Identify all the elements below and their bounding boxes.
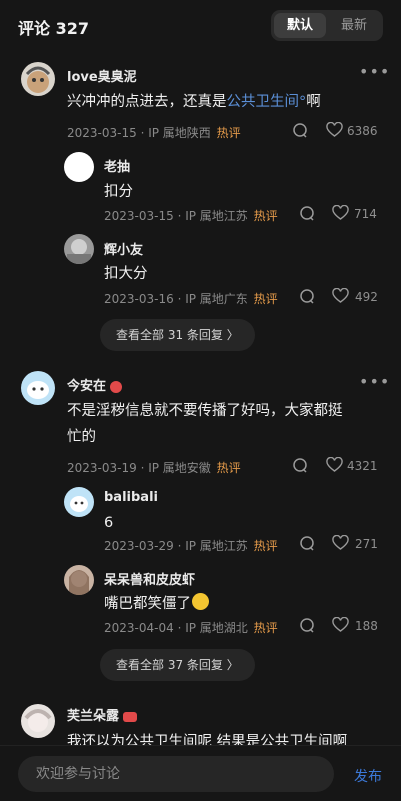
ip-location: IP 属地安徽 — [148, 461, 211, 475]
more-options-icon[interactable]: ••• — [359, 62, 390, 81]
avatar-cartoon-icon — [25, 66, 51, 93]
comment-text: 忙的 — [67, 429, 96, 445]
avatar-anime-icon — [24, 709, 52, 732]
comment-text: 不是淫秽信息就不要传播了好吗，大家都挺 — [67, 403, 343, 419]
like-count: 4321 — [347, 459, 378, 473]
view-all-replies-button[interactable]: 查看全部 31 条回复 〉 — [100, 319, 255, 351]
publish-button[interactable]: 发布 — [354, 766, 382, 786]
comment-input[interactable] — [34, 765, 318, 783]
sort-toggle[interactable]: 默认 最新 — [271, 10, 383, 41]
comment-meta: 2023-03-19 · IP 属地安徽 热评 — [67, 461, 241, 475]
hot-badge: 热评 — [253, 292, 278, 306]
reply-icon[interactable] — [299, 205, 315, 221]
tab-latest[interactable]: 最新 — [328, 13, 380, 38]
username-text: 芙兰朵露 — [67, 709, 120, 724]
avatar[interactable] — [21, 62, 55, 96]
comment-text-part: 兴冲冲的点进去，还真是 — [67, 94, 227, 110]
like-count: 714 — [354, 207, 377, 221]
ip-location: IP 属地江苏 — [185, 209, 248, 223]
reply-icon[interactable] — [292, 122, 308, 138]
reply-icon[interactable] — [299, 617, 315, 633]
comment-date: 2023-03-16 — [104, 292, 174, 306]
comment-input-wrapper[interactable] — [18, 756, 334, 792]
username[interactable]: 呆呆兽和皮皮虾 — [104, 569, 195, 588]
avatar-cartoon-icon — [70, 496, 88, 512]
comment-date: 2023-03-29 — [104, 539, 174, 553]
search-link[interactable]: 公共卫生间° — [227, 94, 307, 110]
avatar[interactable] — [21, 704, 55, 738]
like-heart-icon[interactable] — [332, 205, 349, 221]
ip-location: IP 属地湖北 — [185, 621, 248, 635]
like-count: 271 — [355, 537, 378, 551]
comment-composer: 发布 — [0, 745, 401, 801]
username[interactable]: balibali — [104, 490, 158, 505]
laughing-emoji-icon — [192, 593, 209, 610]
username[interactable]: love臭臭泥 — [67, 66, 137, 85]
comment-meta: 2023-03-15 · IP 属地陕西 热评 — [67, 126, 241, 140]
username[interactable]: 今安在 — [67, 375, 123, 394]
avatar-photo-icon — [67, 239, 91, 264]
comment-date: 2023-03-15 — [67, 126, 137, 140]
like-heart-icon[interactable] — [332, 617, 349, 633]
like-heart-icon[interactable] — [332, 288, 349, 304]
comment-meta: 2023-03-15 · IP 属地江苏 热评 — [104, 209, 278, 223]
comment-meta: 2023-03-16 · IP 属地广东 热评 — [104, 292, 278, 306]
reply-icon[interactable] — [299, 288, 315, 304]
avatar[interactable] — [64, 234, 94, 264]
comment-meta: 2023-03-29 · IP 属地江苏 热评 — [104, 539, 278, 553]
reply-text: 扣大分 — [104, 266, 148, 282]
reply-text-part: 嘴巴都笑僵了 — [104, 596, 191, 612]
comment-count-title: 评论 327 — [18, 19, 89, 38]
comment-date: 2023-04-04 — [104, 621, 174, 635]
username[interactable]: 芙兰朵露 — [67, 705, 138, 724]
reply-icon[interactable] — [292, 457, 308, 473]
like-count: 188 — [355, 619, 378, 633]
like-heart-icon[interactable] — [332, 535, 349, 551]
comment-meta: 2023-04-04 · IP 属地湖北 热评 — [104, 621, 278, 635]
comment-date: 2023-03-15 — [104, 209, 174, 223]
hot-badge: 热评 — [253, 621, 278, 635]
avatar[interactable] — [64, 152, 94, 182]
reply-text: 嘴巴都笑僵了 — [104, 592, 209, 616]
view-all-replies-button[interactable]: 查看全部 37 条回复 〉 — [100, 649, 255, 681]
comment-text-part: 啊 — [306, 94, 321, 110]
reply-text: 6 — [104, 515, 114, 531]
like-heart-icon[interactable] — [326, 457, 343, 473]
like-heart-icon[interactable] — [326, 122, 343, 138]
hot-badge: 热评 — [216, 461, 241, 475]
comments-header: 评论 327 默认 最新 — [0, 0, 401, 52]
avatar[interactable] — [21, 371, 55, 405]
avatar[interactable] — [64, 565, 94, 595]
avatar-cartoon-icon — [27, 381, 49, 399]
reply-icon[interactable] — [299, 535, 315, 551]
comment-text: 兴冲冲的点进去，还真是公共卫生间°啊 — [67, 90, 321, 114]
username-text: 今安在 — [67, 379, 107, 394]
username[interactable]: 老抽 — [104, 156, 130, 175]
level-badge-icon — [123, 711, 138, 722]
level-badge-icon — [110, 380, 123, 393]
avatar[interactable] — [64, 487, 94, 517]
ip-location: IP 属地江苏 — [185, 539, 248, 553]
like-count: 492 — [355, 290, 378, 304]
ip-location: IP 属地陕西 — [148, 126, 211, 140]
reply-text: 扣分 — [104, 184, 133, 200]
avatar-photo-icon — [69, 570, 89, 595]
username[interactable]: 辉小友 — [104, 239, 143, 258]
comment-date: 2023-03-19 — [67, 461, 137, 475]
like-count: 6386 — [347, 124, 378, 138]
hot-badge: 热评 — [253, 539, 278, 553]
hot-badge: 热评 — [253, 209, 278, 223]
ip-location: IP 属地广东 — [185, 292, 248, 306]
more-options-icon[interactable]: ••• — [359, 372, 390, 391]
tab-default[interactable]: 默认 — [274, 13, 326, 38]
hot-badge: 热评 — [216, 126, 241, 140]
